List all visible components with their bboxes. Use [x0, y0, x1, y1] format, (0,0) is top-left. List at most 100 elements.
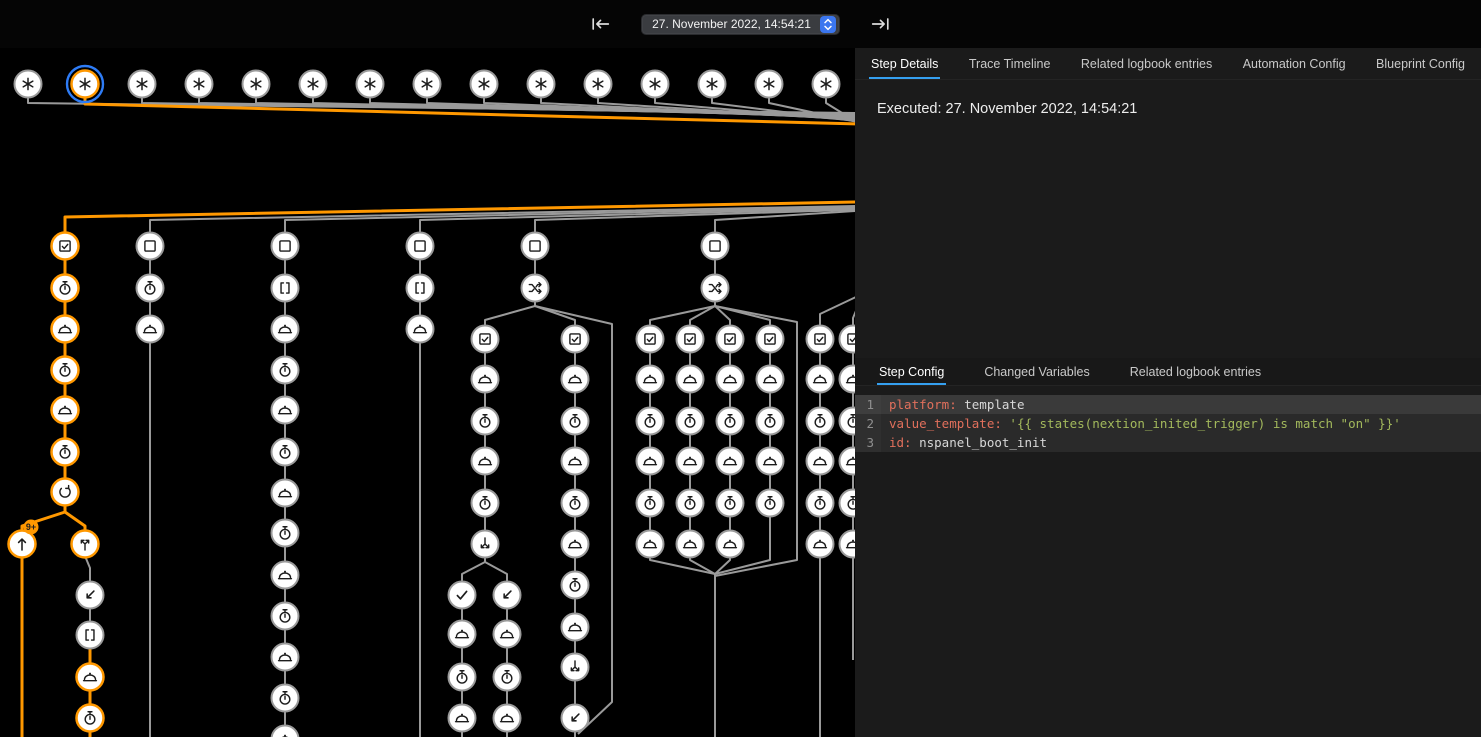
trace-node-call-service-icon[interactable]: [717, 366, 744, 393]
trace-node-call-service-icon[interactable]: [717, 531, 744, 558]
tab-automation-config[interactable]: Automation Config: [1241, 48, 1348, 79]
trace-node-condition-passed-icon[interactable]: [677, 326, 704, 353]
trace-node-call-service-icon[interactable]: [757, 366, 784, 393]
trace-node-call-service-icon[interactable]: [272, 397, 299, 424]
trace-graph: 9+: [0, 48, 855, 737]
trace-edge: [65, 504, 85, 532]
trace-node-call-service-icon[interactable]: [407, 316, 434, 343]
trace-node-call-service-icon[interactable]: [807, 531, 834, 558]
trace-node-call-service-icon[interactable]: [840, 448, 856, 475]
trace-node-call-service-icon[interactable]: [52, 397, 79, 424]
trace-node-template-icon[interactable]: [272, 275, 299, 302]
trace-node-call-service-icon[interactable]: [137, 316, 164, 343]
trace-node-call-service-icon[interactable]: [449, 621, 476, 648]
trace-node-call-service-icon[interactable]: [637, 531, 664, 558]
tab-label: Blueprint Config: [1376, 57, 1465, 71]
tab-blueprint-config[interactable]: Blueprint Config: [1374, 48, 1467, 79]
trace-node-check-icon[interactable]: [449, 582, 476, 609]
trace-node-call-service-icon[interactable]: [562, 531, 589, 558]
tab-changed-variables[interactable]: Changed Variables: [982, 358, 1091, 385]
tab-related-logbook-entries[interactable]: Related logbook entries: [1079, 48, 1214, 79]
trace-node-condition-passed-icon[interactable]: [757, 326, 784, 353]
line-number: 3: [855, 433, 881, 452]
line-number: 1: [855, 395, 881, 414]
tab-label: Step Details: [871, 57, 938, 71]
details-panel: Step Details Trace Timeline Related logb…: [855, 48, 1481, 737]
trace-node-call-service-icon[interactable]: [807, 366, 834, 393]
trace-node-call-service-icon[interactable]: [272, 644, 299, 671]
trace-node-condition-icon[interactable]: [137, 233, 164, 260]
stepper-icon: [820, 16, 836, 33]
trace-node-call-service-icon[interactable]: [637, 448, 664, 475]
previous-run-icon: [590, 13, 612, 35]
yaml-key: id:: [889, 435, 912, 450]
tab-step-config[interactable]: Step Config: [877, 358, 946, 385]
trace-node-call-service-icon[interactable]: [272, 316, 299, 343]
trace-node-call-service-icon[interactable]: [807, 448, 834, 475]
tab-trace-timeline[interactable]: Trace Timeline: [967, 48, 1053, 79]
trace-node-condition-icon[interactable]: [522, 233, 549, 260]
previous-run-button[interactable]: [587, 10, 615, 38]
run-selector-value: 27. November 2022, 14:54:21: [652, 17, 811, 31]
yaml-string: '{{ states(nextion_inited_trigger) is ma…: [1009, 416, 1400, 431]
tab-label: Related logbook entries: [1130, 365, 1261, 379]
automation-trace-page: 27. November 2022, 14:54:21: [0, 0, 1481, 737]
yaml-key: platform:: [889, 397, 957, 412]
trace-edge: [65, 202, 855, 233]
trace-node-call-service-icon[interactable]: [472, 448, 499, 475]
tab-label: Trace Timeline: [969, 57, 1051, 71]
trace-node-call-service-icon[interactable]: [717, 448, 744, 475]
trace-node-call-service-icon[interactable]: [757, 448, 784, 475]
trace-node-call-service-icon[interactable]: [272, 562, 299, 589]
trace-node-condition-passed-icon[interactable]: [637, 326, 664, 353]
trace-node-repeat-icon[interactable]: [52, 479, 79, 506]
run-selector[interactable]: 27. November 2022, 14:54:21: [641, 14, 840, 35]
tab-step-details[interactable]: Step Details: [869, 48, 940, 79]
trace-node-call-service-icon[interactable]: [472, 366, 499, 393]
trace-node-condition-icon[interactable]: [272, 233, 299, 260]
trace-node-template-icon[interactable]: [77, 622, 104, 649]
yaml-key: value_template:: [889, 416, 1002, 431]
trace-graph-canvas: 9+: [0, 48, 855, 737]
executed-text: Executed: 27. November 2022, 14:54:21: [877, 101, 1481, 117]
trace-node-call-service-icon[interactable]: [77, 664, 104, 691]
trace-node-condition-icon[interactable]: [702, 233, 729, 260]
trace-node-call-service-icon[interactable]: [494, 705, 521, 732]
trace-edge: [650, 552, 715, 737]
trace-node-template-icon[interactable]: [407, 275, 434, 302]
trace-node-call-service-icon[interactable]: [52, 316, 79, 343]
trace-node-condition-passed-icon[interactable]: [807, 326, 834, 353]
step-config-section: Step Config Changed Variables Related lo…: [855, 358, 1481, 452]
trace-node-call-service-icon[interactable]: [840, 366, 856, 393]
trace-node-call-service-icon[interactable]: [637, 366, 664, 393]
trace-node-condition-passed-icon[interactable]: [717, 326, 744, 353]
step-config-code: 1 platform: template 2 value_template: '…: [855, 395, 1481, 452]
trace-node-call-service-icon[interactable]: [562, 448, 589, 475]
trace-node-call-service-icon[interactable]: [677, 531, 704, 558]
trace-node-condition-passed-icon[interactable]: [562, 326, 589, 353]
trace-node-call-service-icon[interactable]: [272, 480, 299, 507]
tab-label: Changed Variables: [984, 365, 1089, 379]
next-run-icon: [869, 13, 891, 35]
trace-node-call-service-icon[interactable]: [494, 621, 521, 648]
step-config-tabs: Step Config Changed Variables Related lo…: [855, 358, 1481, 386]
yaml-value: template: [957, 397, 1025, 412]
trace-node-condition-passed-icon[interactable]: [472, 326, 499, 353]
tab-related-logbook-entries-bottom[interactable]: Related logbook entries: [1128, 358, 1263, 385]
trace-node-condition-passed-icon[interactable]: [52, 233, 79, 260]
trace-node-call-service-icon[interactable]: [562, 614, 589, 641]
trace-node-condition-icon[interactable]: [407, 233, 434, 260]
trace-node-call-service-icon[interactable]: [677, 366, 704, 393]
tab-label: Related logbook entries: [1081, 57, 1212, 71]
code-line: 3 id: nspanel_boot_init: [855, 433, 1481, 452]
trace-node-call-service-icon[interactable]: [449, 705, 476, 732]
trace-node-call-service-icon[interactable]: [840, 531, 856, 558]
code-line: 1 platform: template: [855, 395, 1481, 414]
next-run-button[interactable]: [866, 10, 894, 38]
trace-node-call-service-icon[interactable]: [677, 448, 704, 475]
iteration-count-text: 9+: [26, 522, 36, 532]
trace-node-call-service-icon[interactable]: [562, 366, 589, 393]
trace-edge: [769, 98, 855, 122]
topbar: 27. November 2022, 14:54:21: [0, 0, 1481, 48]
line-number: 2: [855, 414, 881, 433]
